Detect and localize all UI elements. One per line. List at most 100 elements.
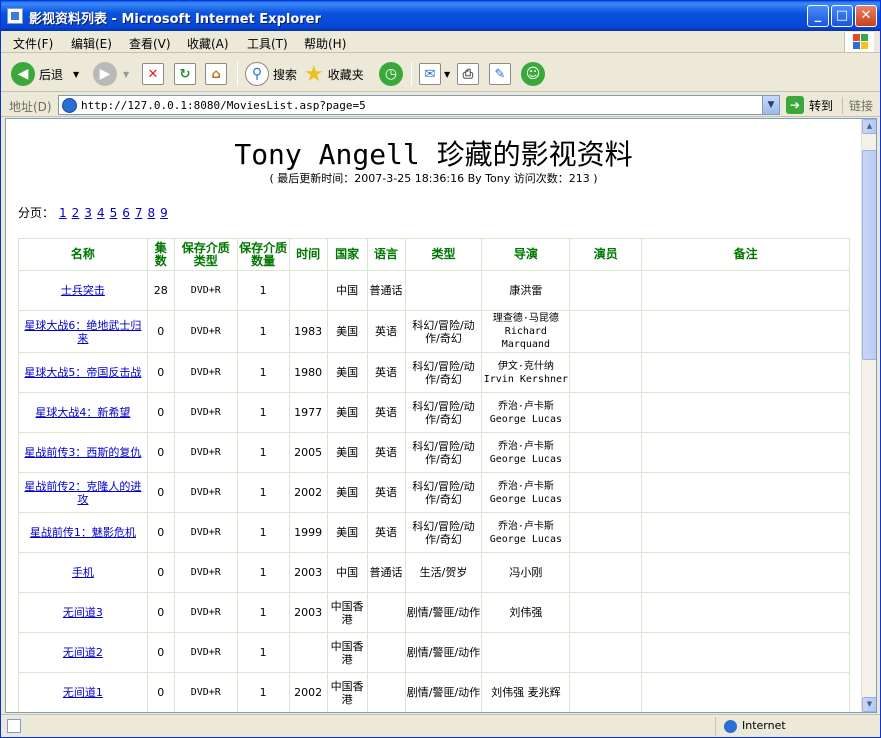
title-bar[interactable]: 影视资料列表 - Microsoft Internet Explorer _ □… bbox=[1, 1, 880, 31]
forward-dropdown-icon[interactable]: ▼ bbox=[123, 70, 129, 79]
window-title: 影视资料列表 - Microsoft Internet Explorer bbox=[29, 12, 321, 27]
movie-title-link[interactable]: 星战前传1：魅影危机 bbox=[30, 526, 136, 539]
stop-button[interactable]: ✕ bbox=[142, 61, 164, 87]
menu-help[interactable]: 帮助(H) bbox=[304, 35, 346, 52]
scroll-up-icon[interactable]: ▲ bbox=[862, 119, 876, 134]
page-link-9[interactable]: 9 bbox=[160, 206, 168, 220]
notes-cell bbox=[641, 270, 850, 311]
menu-view[interactable]: 查看(V) bbox=[129, 35, 171, 52]
page-link-1[interactable]: 1 bbox=[59, 206, 67, 220]
go-button[interactable]: ➔ 转到 bbox=[786, 96, 833, 114]
media-type-cell: DVD+R bbox=[173, 472, 238, 513]
address-dropdown-icon[interactable]: ▼ bbox=[762, 96, 779, 114]
history-button[interactable]: ◷ bbox=[379, 61, 403, 87]
movie-title-link[interactable]: 星球大战4：新希望 bbox=[35, 406, 130, 419]
media-type-cell: DVD+R bbox=[173, 552, 238, 593]
column-header: 语言 bbox=[366, 238, 406, 271]
movie-title-link[interactable]: 星战前传2：克隆人的进攻 bbox=[24, 480, 141, 506]
back-button[interactable]: ◀ 后退 ▼ bbox=[11, 61, 79, 87]
menu-file[interactable]: 文件(F) bbox=[13, 35, 53, 52]
mail-button[interactable]: ✉ ▼ bbox=[419, 61, 450, 87]
title-cell: 无间道3 bbox=[18, 592, 148, 633]
genre-cell: 生活/贺岁 bbox=[404, 552, 483, 593]
minimize-button[interactable]: _ bbox=[807, 5, 829, 27]
page-link-8[interactable]: 8 bbox=[148, 206, 156, 220]
page-link-7[interactable]: 7 bbox=[135, 206, 143, 220]
movie-title-link[interactable]: 手机 bbox=[72, 566, 94, 579]
notes-cell bbox=[641, 392, 850, 433]
genre-cell: 剧情/警匪/动作 bbox=[404, 632, 483, 673]
notes-cell bbox=[641, 472, 850, 513]
search-icon: ⚲ bbox=[245, 62, 269, 86]
language-cell: 英语 bbox=[366, 310, 406, 353]
episodes-cell: 0 bbox=[146, 672, 175, 712]
actors-cell bbox=[569, 632, 643, 673]
back-dropdown-icon[interactable]: ▼ bbox=[73, 70, 79, 79]
movie-title-link[interactable]: 星球大战6：绝地武士归来 bbox=[24, 319, 141, 345]
media-count-cell: 1 bbox=[236, 592, 290, 633]
menu-tools[interactable]: 工具(T) bbox=[247, 35, 288, 52]
column-header: 类型 bbox=[404, 238, 483, 271]
movie-title-link[interactable]: 星战前传3：西斯的复仇 bbox=[24, 446, 141, 459]
page-title: Tony Angell 珍藏的影视资料 bbox=[234, 138, 633, 171]
table-row: 星战前传3：西斯的复仇 0 DVD+R 1 2005 美国 英语 科幻/冒险/动作/奇幻 乔治·… bbox=[18, 432, 850, 473]
episodes-cell: 0 bbox=[146, 472, 175, 513]
notes-cell bbox=[641, 512, 850, 553]
scroll-thumb[interactable] bbox=[862, 150, 876, 360]
country-cell: 美国 bbox=[326, 472, 368, 513]
favorites-button[interactable]: ★ 收藏夹 bbox=[304, 61, 364, 87]
genre-cell: 科幻/冒险/动作/奇幻 bbox=[404, 352, 483, 393]
movie-title-link[interactable]: 星球大战5：帝国反击战 bbox=[24, 366, 141, 379]
table-row: 星战前传2：克隆人的进攻 0 DVD+R 1 2002 美国 英语 科幻/冒险/动作/奇幻 乔治… bbox=[18, 472, 850, 513]
address-input[interactable]: http://127.0.0.1:8080/MoviesList.asp?pag… bbox=[58, 95, 780, 115]
page-link-4[interactable]: 4 bbox=[97, 206, 105, 220]
home-button[interactable]: ⌂ bbox=[205, 61, 227, 87]
scroll-down-icon[interactable]: ▼ bbox=[862, 697, 876, 712]
windows-logo-icon bbox=[844, 32, 874, 52]
page-link-3[interactable]: 3 bbox=[84, 206, 92, 220]
address-url[interactable]: http://127.0.0.1:8080/MoviesList.asp?pag… bbox=[81, 99, 366, 112]
menu-favorites[interactable]: 收藏(A) bbox=[187, 35, 229, 52]
column-header: 备注 bbox=[641, 238, 850, 271]
table-row: 无间道1 0 DVD+R 1 2002 中国香港 剧情/警匪/动作 刘伟强 麦兆辉 bbox=[18, 672, 850, 712]
messenger-button[interactable]: ☺ bbox=[521, 61, 545, 87]
table-row: 星战前传1：魅影危机 0 DVD+R 1 1999 美国 英语 科幻/冒险/动作/奇幻 乔治·卢… bbox=[18, 512, 850, 553]
language-cell: 英语 bbox=[366, 352, 406, 393]
country-cell: 中国香港 bbox=[326, 632, 368, 673]
director-cell: 冯小刚 bbox=[481, 552, 571, 593]
actors-cell bbox=[569, 432, 643, 473]
country-cell: 美国 bbox=[326, 392, 368, 433]
genre-cell: 科幻/冒险/动作/奇幻 bbox=[404, 310, 483, 353]
forward-button[interactable]: ▶ ▼ bbox=[93, 61, 129, 87]
title-cell: 星球大战5：帝国反击战 bbox=[18, 352, 148, 393]
search-button[interactable]: ⚲ 搜索 bbox=[245, 61, 297, 87]
media-type-cell: DVD+R bbox=[173, 432, 238, 473]
episodes-cell: 0 bbox=[146, 432, 175, 473]
movie-title-link[interactable]: 士兵突击 bbox=[61, 284, 105, 297]
table-row: 士兵突击 28 DVD+R 1 中国 普通话 康洪雷 bbox=[18, 270, 850, 311]
episodes-cell: 0 bbox=[146, 392, 175, 433]
mail-dropdown-icon[interactable]: ▼ bbox=[444, 70, 450, 79]
movie-title-link[interactable]: 无间道1 bbox=[63, 686, 103, 699]
page-link-2[interactable]: 2 bbox=[72, 206, 80, 220]
close-button[interactable]: ✕ bbox=[855, 5, 877, 27]
year-cell: 2005 bbox=[288, 432, 328, 473]
security-zone-pane: Internet bbox=[715, 717, 875, 736]
links-button[interactable]: 链接 bbox=[842, 97, 873, 114]
page-link-6[interactable]: 6 bbox=[122, 206, 130, 220]
movie-title-link[interactable]: 无间道3 bbox=[63, 606, 103, 619]
toolbar-separator bbox=[237, 62, 238, 86]
table-row: 星球大战4：新希望 0 DVD+R 1 1977 美国 英语 科幻/冒险/动作/奇幻 乔治·卢卡… bbox=[18, 392, 850, 433]
page-status-icon bbox=[7, 719, 21, 733]
country-cell: 美国 bbox=[326, 310, 368, 353]
refresh-button[interactable]: ↻ bbox=[174, 61, 196, 87]
pagination: 分页： 1 2 3 4 5 6 7 8 9 bbox=[18, 204, 168, 221]
page-link-5[interactable]: 5 bbox=[110, 206, 118, 220]
movie-title-link[interactable]: 无间道2 bbox=[63, 646, 103, 659]
print-button[interactable]: ⎙ bbox=[457, 61, 479, 87]
maximize-button[interactable]: □ bbox=[831, 5, 853, 27]
column-header: 导演 bbox=[481, 238, 571, 271]
edit-button[interactable]: ✎ bbox=[489, 61, 511, 87]
vertical-scrollbar[interactable]: ▲ ▼ bbox=[861, 119, 876, 712]
menu-edit[interactable]: 编辑(E) bbox=[71, 35, 112, 52]
